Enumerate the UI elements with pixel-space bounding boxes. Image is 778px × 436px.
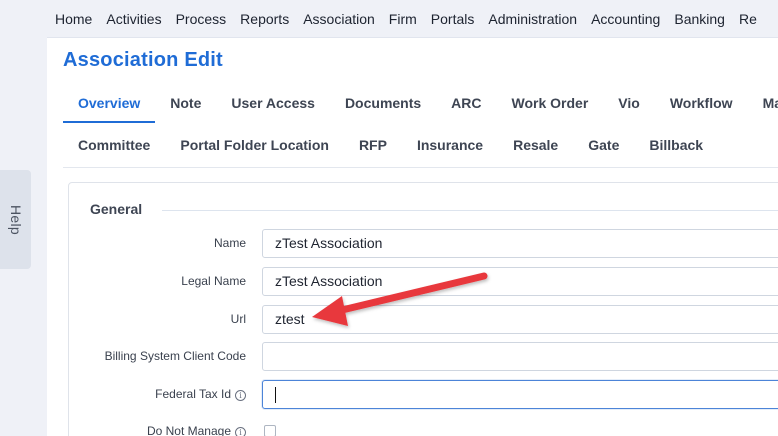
nav-item-portals[interactable]: Portals — [431, 11, 475, 27]
url-label: Url — [230, 312, 246, 326]
name-label: Name — [213, 236, 246, 250]
tab-note[interactable]: Note — [155, 83, 216, 123]
nav-item-activities[interactable]: Activities — [106, 11, 161, 27]
tab-row-1: Overview Note User Access Documents ARC … — [63, 83, 778, 123]
tab-workflow[interactable]: Workflow — [655, 83, 748, 123]
tab-documents[interactable]: Documents — [330, 83, 436, 123]
page: Help Home Activities Process Reports Ass… — [0, 0, 778, 436]
tab-vio[interactable]: Vio — [603, 83, 655, 123]
federal-tax-id-label: Federal Tax Id — [155, 387, 231, 401]
help-label: Help — [7, 204, 24, 235]
text-cursor — [275, 387, 276, 404]
do-not-manage-label: Do Not Manage — [146, 424, 231, 436]
nav-item-process[interactable]: Process — [176, 11, 227, 27]
do-not-manage-label-row: Do Not Manage i — [147, 424, 246, 436]
do-not-manage-checkbox[interactable] — [264, 425, 276, 436]
tab-row-2: Committee Portal Folder Location RFP Ins… — [63, 125, 718, 165]
nav-item-re[interactable]: Re — [739, 11, 757, 27]
help-tab[interactable]: Help — [0, 170, 31, 269]
page-title: Association Edit — [63, 49, 223, 71]
tab-billback[interactable]: Billback — [634, 125, 718, 165]
name-input[interactable]: zTest Association — [262, 229, 778, 258]
tab-arc[interactable]: ARC — [436, 83, 496, 123]
tab-committee[interactable]: Committee — [63, 125, 165, 165]
section-divider — [162, 210, 778, 211]
nav-item-banking[interactable]: Banking — [674, 11, 725, 27]
tab-gate[interactable]: Gate — [573, 125, 634, 165]
nav-item-reports[interactable]: Reports — [240, 11, 289, 27]
federal-tax-id-label-row: Federal Tax Id i — [155, 387, 246, 401]
url-input[interactable]: ztest — [262, 305, 778, 334]
nav-item-firm[interactable]: Firm — [389, 11, 417, 27]
info-icon[interactable]: i — [235, 427, 246, 436]
section-title: General — [90, 201, 143, 217]
tab-user-access[interactable]: User Access — [216, 83, 330, 123]
tab-work-order[interactable]: Work Order — [497, 83, 604, 123]
tab-rfp[interactable]: RFP — [344, 125, 402, 165]
tab-portal-folder-location[interactable]: Portal Folder Location — [165, 125, 344, 165]
nav-item-accounting[interactable]: Accounting — [591, 11, 660, 27]
tab-map[interactable]: Map — [748, 83, 778, 123]
tabs-divider — [63, 167, 778, 168]
billing-code-input[interactable] — [262, 342, 778, 371]
nav-item-home[interactable]: Home — [55, 11, 92, 27]
tab-overview[interactable]: Overview — [63, 83, 156, 123]
legal-name-input[interactable]: zTest Association — [262, 267, 778, 296]
tab-insurance[interactable]: Insurance — [402, 125, 498, 165]
tab-resale[interactable]: Resale — [498, 125, 573, 165]
legal-name-label: Legal Name — [181, 274, 246, 288]
top-nav: Home Activities Process Reports Associat… — [47, 0, 778, 38]
nav-item-association[interactable]: Association — [303, 11, 375, 27]
nav-item-administration[interactable]: Administration — [488, 11, 577, 27]
info-icon[interactable]: i — [235, 390, 246, 401]
billing-code-label: Billing System Client Code — [104, 349, 246, 363]
federal-tax-id-input[interactable] — [262, 380, 778, 409]
